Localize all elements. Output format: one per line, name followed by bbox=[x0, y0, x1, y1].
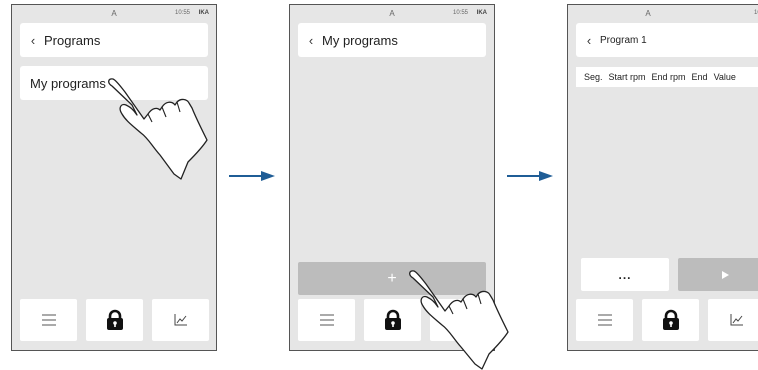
arrow-right-icon bbox=[229, 171, 275, 181]
header-bar: ‹ Program 1 bbox=[576, 23, 758, 57]
header-bar: ‹ Programs bbox=[20, 23, 208, 57]
lock-icon bbox=[384, 309, 401, 330]
page-title: Program 1 bbox=[600, 34, 647, 46]
graph-icon bbox=[174, 314, 187, 326]
page-title: My programs bbox=[322, 32, 398, 48]
lock-icon bbox=[106, 309, 123, 330]
pointing-hand-icon bbox=[409, 270, 509, 370]
column-header: Seg. bbox=[584, 72, 603, 82]
arrow-right-icon bbox=[507, 171, 553, 181]
column-header: Value bbox=[713, 72, 736, 82]
status-label: A bbox=[645, 9, 651, 18]
status-time: 10:55 bbox=[452, 10, 468, 16]
column-header: End bbox=[691, 72, 708, 82]
graph-button[interactable] bbox=[152, 299, 209, 341]
status-bar: A 10:55 IKA bbox=[12, 7, 216, 21]
menu-icon bbox=[597, 314, 612, 326]
status-brand: IKA bbox=[476, 10, 487, 16]
graph-button[interactable] bbox=[708, 299, 758, 341]
lock-button[interactable] bbox=[642, 299, 699, 341]
column-header: Start rpm bbox=[608, 72, 646, 82]
table-header: Seg. Start rpm End rpm End Value bbox=[576, 67, 758, 87]
chevron-left-icon[interactable]: ‹ bbox=[578, 33, 600, 48]
more-button[interactable]: ... bbox=[581, 258, 669, 291]
menu-button[interactable] bbox=[576, 299, 633, 341]
column-header: End rpm bbox=[651, 72, 686, 82]
graph-icon bbox=[730, 314, 743, 326]
status-brand: IKA bbox=[198, 10, 209, 16]
page-title: Programs bbox=[44, 32, 101, 48]
pointing-hand-icon bbox=[108, 78, 208, 180]
play-icon bbox=[721, 270, 729, 279]
screen-program-1: A 10:55 IKA ‹ Program 1 Seg. Start rpm E… bbox=[567, 4, 758, 351]
lock-icon bbox=[662, 309, 679, 330]
status-time: 10:55 bbox=[753, 10, 758, 16]
menu-icon bbox=[41, 314, 56, 326]
chevron-left-icon[interactable]: ‹ bbox=[300, 33, 322, 48]
chevron-left-icon[interactable]: ‹ bbox=[22, 33, 44, 48]
header-bar: ‹ My programs bbox=[298, 23, 486, 57]
status-time: 10:55 bbox=[174, 10, 190, 16]
status-bar: A 10:55 IKA bbox=[290, 7, 494, 21]
menu-button[interactable] bbox=[20, 299, 77, 341]
lock-button[interactable] bbox=[86, 299, 143, 341]
play-button[interactable] bbox=[678, 258, 758, 291]
menu-icon bbox=[319, 314, 334, 326]
status-bar: A 10:55 IKA bbox=[568, 7, 758, 21]
menu-button[interactable] bbox=[298, 299, 355, 341]
